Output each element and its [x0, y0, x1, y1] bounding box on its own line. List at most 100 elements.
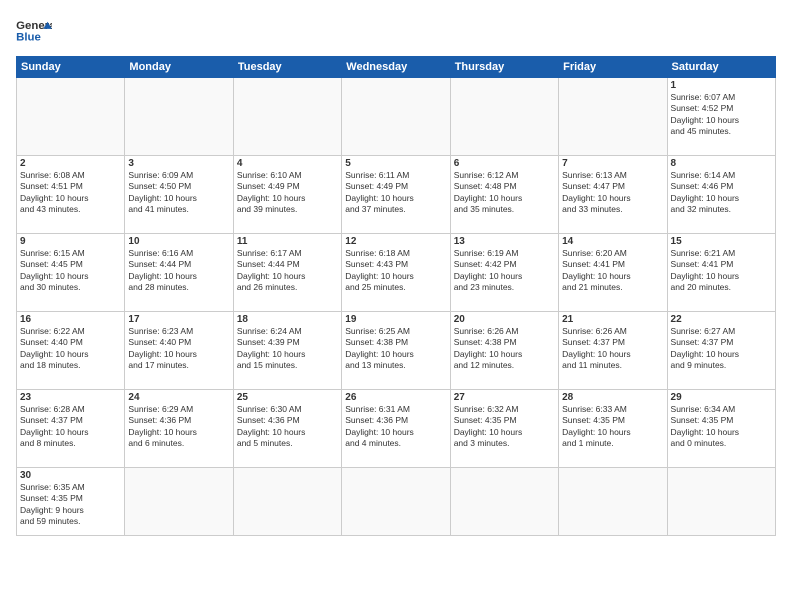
calendar-cell: 13Sunrise: 6:19 AM Sunset: 4:42 PM Dayli…	[450, 234, 558, 312]
day-info: Sunrise: 6:16 AM Sunset: 4:44 PM Dayligh…	[128, 248, 229, 294]
weekday-header-row: SundayMondayTuesdayWednesdayThursdayFrid…	[17, 57, 776, 78]
day-number: 28	[562, 392, 663, 403]
day-info: Sunrise: 6:27 AM Sunset: 4:37 PM Dayligh…	[671, 326, 772, 372]
day-info: Sunrise: 6:31 AM Sunset: 4:36 PM Dayligh…	[345, 404, 446, 450]
calendar-cell	[342, 468, 450, 536]
weekday-header-monday: Monday	[125, 57, 233, 78]
day-number: 9	[20, 236, 121, 247]
calendar-cell: 19Sunrise: 6:25 AM Sunset: 4:38 PM Dayli…	[342, 312, 450, 390]
day-info: Sunrise: 6:09 AM Sunset: 4:50 PM Dayligh…	[128, 170, 229, 216]
day-number: 30	[20, 470, 121, 481]
day-info: Sunrise: 6:11 AM Sunset: 4:49 PM Dayligh…	[345, 170, 446, 216]
day-info: Sunrise: 6:22 AM Sunset: 4:40 PM Dayligh…	[20, 326, 121, 372]
day-number: 19	[345, 314, 446, 325]
day-info: Sunrise: 6:21 AM Sunset: 4:41 PM Dayligh…	[671, 248, 772, 294]
page: General Blue SundayMondayTuesdayWednesda…	[0, 0, 792, 612]
calendar-cell: 22Sunrise: 6:27 AM Sunset: 4:37 PM Dayli…	[667, 312, 775, 390]
calendar-week-row: 1Sunrise: 6:07 AM Sunset: 4:52 PM Daylig…	[17, 78, 776, 156]
calendar-cell: 12Sunrise: 6:18 AM Sunset: 4:43 PM Dayli…	[342, 234, 450, 312]
calendar-cell: 6Sunrise: 6:12 AM Sunset: 4:48 PM Daylig…	[450, 156, 558, 234]
day-info: Sunrise: 6:08 AM Sunset: 4:51 PM Dayligh…	[20, 170, 121, 216]
day-info: Sunrise: 6:26 AM Sunset: 4:37 PM Dayligh…	[562, 326, 663, 372]
calendar-cell	[233, 78, 341, 156]
calendar-cell: 7Sunrise: 6:13 AM Sunset: 4:47 PM Daylig…	[559, 156, 667, 234]
day-info: Sunrise: 6:18 AM Sunset: 4:43 PM Dayligh…	[345, 248, 446, 294]
calendar-cell: 9Sunrise: 6:15 AM Sunset: 4:45 PM Daylig…	[17, 234, 125, 312]
weekday-header-friday: Friday	[559, 57, 667, 78]
calendar-cell: 17Sunrise: 6:23 AM Sunset: 4:40 PM Dayli…	[125, 312, 233, 390]
calendar-cell: 16Sunrise: 6:22 AM Sunset: 4:40 PM Dayli…	[17, 312, 125, 390]
calendar-cell	[667, 468, 775, 536]
day-info: Sunrise: 6:30 AM Sunset: 4:36 PM Dayligh…	[237, 404, 338, 450]
day-info: Sunrise: 6:34 AM Sunset: 4:35 PM Dayligh…	[671, 404, 772, 450]
day-number: 27	[454, 392, 555, 403]
day-info: Sunrise: 6:19 AM Sunset: 4:42 PM Dayligh…	[454, 248, 555, 294]
calendar-week-row: 2Sunrise: 6:08 AM Sunset: 4:51 PM Daylig…	[17, 156, 776, 234]
day-info: Sunrise: 6:20 AM Sunset: 4:41 PM Dayligh…	[562, 248, 663, 294]
calendar-cell: 2Sunrise: 6:08 AM Sunset: 4:51 PM Daylig…	[17, 156, 125, 234]
day-number: 13	[454, 236, 555, 247]
calendar-week-row: 16Sunrise: 6:22 AM Sunset: 4:40 PM Dayli…	[17, 312, 776, 390]
calendar-week-row: 9Sunrise: 6:15 AM Sunset: 4:45 PM Daylig…	[17, 234, 776, 312]
calendar-table: SundayMondayTuesdayWednesdayThursdayFrid…	[16, 56, 776, 536]
day-number: 7	[562, 158, 663, 169]
calendar-cell: 23Sunrise: 6:28 AM Sunset: 4:37 PM Dayli…	[17, 390, 125, 468]
calendar-cell	[125, 468, 233, 536]
calendar-cell: 21Sunrise: 6:26 AM Sunset: 4:37 PM Dayli…	[559, 312, 667, 390]
day-number: 11	[237, 236, 338, 247]
calendar-cell	[450, 468, 558, 536]
day-number: 26	[345, 392, 446, 403]
day-number: 17	[128, 314, 229, 325]
day-number: 12	[345, 236, 446, 247]
calendar-week-row: 30Sunrise: 6:35 AM Sunset: 4:35 PM Dayli…	[17, 468, 776, 536]
calendar-cell	[17, 78, 125, 156]
day-info: Sunrise: 6:23 AM Sunset: 4:40 PM Dayligh…	[128, 326, 229, 372]
calendar-cell: 8Sunrise: 6:14 AM Sunset: 4:46 PM Daylig…	[667, 156, 775, 234]
calendar-cell	[559, 78, 667, 156]
weekday-header-tuesday: Tuesday	[233, 57, 341, 78]
calendar-cell: 11Sunrise: 6:17 AM Sunset: 4:44 PM Dayli…	[233, 234, 341, 312]
calendar-cell: 5Sunrise: 6:11 AM Sunset: 4:49 PM Daylig…	[342, 156, 450, 234]
calendar-cell: 24Sunrise: 6:29 AM Sunset: 4:36 PM Dayli…	[125, 390, 233, 468]
calendar-cell	[450, 78, 558, 156]
calendar-week-row: 23Sunrise: 6:28 AM Sunset: 4:37 PM Dayli…	[17, 390, 776, 468]
day-number: 18	[237, 314, 338, 325]
day-number: 29	[671, 392, 772, 403]
calendar-cell	[559, 468, 667, 536]
calendar-cell: 3Sunrise: 6:09 AM Sunset: 4:50 PM Daylig…	[125, 156, 233, 234]
day-info: Sunrise: 6:28 AM Sunset: 4:37 PM Dayligh…	[20, 404, 121, 450]
weekday-header-thursday: Thursday	[450, 57, 558, 78]
day-number: 2	[20, 158, 121, 169]
calendar-cell: 29Sunrise: 6:34 AM Sunset: 4:35 PM Dayli…	[667, 390, 775, 468]
calendar-cell	[233, 468, 341, 536]
calendar-cell: 27Sunrise: 6:32 AM Sunset: 4:35 PM Dayli…	[450, 390, 558, 468]
logo: General Blue	[16, 16, 52, 46]
calendar-cell: 26Sunrise: 6:31 AM Sunset: 4:36 PM Dayli…	[342, 390, 450, 468]
day-info: Sunrise: 6:14 AM Sunset: 4:46 PM Dayligh…	[671, 170, 772, 216]
calendar-cell: 28Sunrise: 6:33 AM Sunset: 4:35 PM Dayli…	[559, 390, 667, 468]
header: General Blue	[16, 16, 776, 46]
calendar-cell: 1Sunrise: 6:07 AM Sunset: 4:52 PM Daylig…	[667, 78, 775, 156]
calendar-cell: 14Sunrise: 6:20 AM Sunset: 4:41 PM Dayli…	[559, 234, 667, 312]
day-number: 3	[128, 158, 229, 169]
day-number: 23	[20, 392, 121, 403]
day-number: 8	[671, 158, 772, 169]
day-info: Sunrise: 6:12 AM Sunset: 4:48 PM Dayligh…	[454, 170, 555, 216]
day-info: Sunrise: 6:33 AM Sunset: 4:35 PM Dayligh…	[562, 404, 663, 450]
day-number: 16	[20, 314, 121, 325]
day-number: 14	[562, 236, 663, 247]
day-info: Sunrise: 6:15 AM Sunset: 4:45 PM Dayligh…	[20, 248, 121, 294]
day-info: Sunrise: 6:32 AM Sunset: 4:35 PM Dayligh…	[454, 404, 555, 450]
day-info: Sunrise: 6:17 AM Sunset: 4:44 PM Dayligh…	[237, 248, 338, 294]
calendar-cell: 18Sunrise: 6:24 AM Sunset: 4:39 PM Dayli…	[233, 312, 341, 390]
day-number: 24	[128, 392, 229, 403]
day-info: Sunrise: 6:29 AM Sunset: 4:36 PM Dayligh…	[128, 404, 229, 450]
svg-text:Blue: Blue	[16, 31, 41, 43]
calendar-cell: 20Sunrise: 6:26 AM Sunset: 4:38 PM Dayli…	[450, 312, 558, 390]
day-info: Sunrise: 6:10 AM Sunset: 4:49 PM Dayligh…	[237, 170, 338, 216]
day-info: Sunrise: 6:24 AM Sunset: 4:39 PM Dayligh…	[237, 326, 338, 372]
calendar-cell: 10Sunrise: 6:16 AM Sunset: 4:44 PM Dayli…	[125, 234, 233, 312]
day-number: 10	[128, 236, 229, 247]
calendar-cell: 4Sunrise: 6:10 AM Sunset: 4:49 PM Daylig…	[233, 156, 341, 234]
day-number: 6	[454, 158, 555, 169]
